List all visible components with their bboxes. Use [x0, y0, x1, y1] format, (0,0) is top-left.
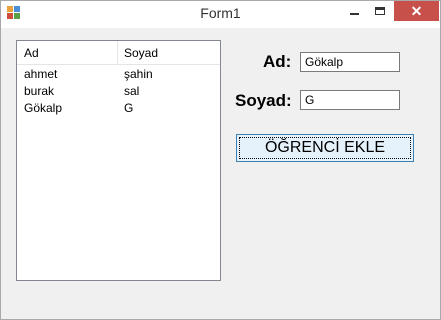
minimize-button[interactable] [341, 1, 367, 21]
soyad-textbox[interactable]: G [300, 90, 400, 110]
cell-soyad: şahin [124, 67, 153, 81]
cell-soyad: G [124, 101, 134, 115]
ad-textbox[interactable]: Gökalp [300, 52, 400, 72]
title-bar[interactable]: Form1 ✕ [1, 1, 440, 28]
close-button[interactable]: ✕ [394, 1, 439, 21]
listview-header: Ad Soyad [17, 41, 220, 65]
maximize-icon [375, 7, 385, 15]
cell-ad: ahmet [24, 67, 58, 81]
column-header-soyad[interactable]: Soyad [124, 46, 158, 60]
student-listview[interactable]: Ad Soyad ahmet şahin burak sal Gökalp G [16, 40, 221, 281]
cell-ad: Gökalp [24, 101, 63, 115]
column-header-ad[interactable]: Ad [24, 46, 39, 60]
list-item[interactable]: Gökalp G [17, 100, 220, 117]
maximize-button[interactable] [367, 1, 393, 21]
close-icon: ✕ [410, 3, 423, 19]
column-separator[interactable] [117, 41, 118, 65]
soyad-label: Soyad: [235, 91, 292, 110]
list-item[interactable]: ahmet şahin [17, 66, 220, 83]
cell-ad: burak [24, 84, 55, 98]
list-item[interactable]: burak sal [17, 83, 220, 100]
cell-soyad: sal [124, 84, 140, 98]
ad-label: Ad: [263, 52, 292, 71]
form-window: Form1 ✕ Ad Soyad ahmet şahin burak sal G… [0, 0, 441, 320]
add-student-button[interactable]: ÖĞRENCİ EKLE [236, 134, 414, 162]
minimize-icon [349, 13, 359, 15]
